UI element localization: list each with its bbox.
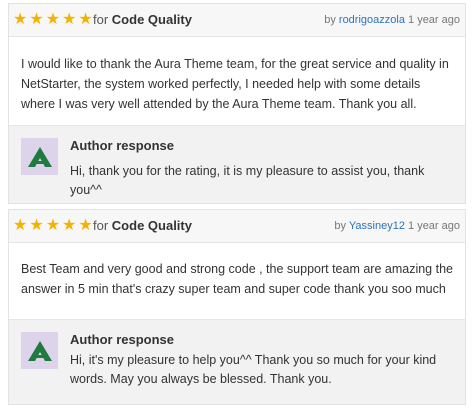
- by-label: by: [324, 14, 336, 26]
- response-title: Author response: [70, 332, 175, 347]
- star-icon: ★: [78, 11, 93, 28]
- review-time: 1 year ago: [408, 220, 460, 232]
- review-time: 1 year ago: [408, 14, 460, 26]
- star-icon: ★: [45, 11, 61, 28]
- star-rating: ★ ★ ★ ★ ★: [13, 217, 93, 235]
- for-label: for: [93, 218, 109, 233]
- author-avatar: [21, 332, 58, 369]
- category-name: Code Quality: [111, 218, 192, 233]
- review-category: for Code Quality: [93, 218, 192, 234]
- star-icon: ★: [29, 217, 44, 234]
- star-icon: ★: [13, 217, 28, 234]
- star-icon: ★: [29, 11, 44, 28]
- review-header: ★ ★ ★ ★ ★ for Code Quality by Yassiney12…: [9, 210, 465, 243]
- star-rating: ★ ★ ★ ★ ★: [13, 11, 93, 29]
- author-link[interactable]: rodrigoazzola: [339, 14, 405, 26]
- star-icon: ★: [78, 217, 93, 234]
- review-category: for Code Quality: [93, 12, 192, 28]
- category-name: Code Quality: [111, 12, 192, 27]
- review-card: ★ ★ ★ ★ ★ for Code Quality by Yassiney12…: [8, 209, 466, 405]
- review-header: ★ ★ ★ ★ ★ for Code Quality by rodrigoazz…: [9, 4, 465, 37]
- star-icon: ★: [45, 217, 61, 234]
- review-text: I would like to thank the Aura Theme tea…: [21, 57, 449, 111]
- author-link[interactable]: Yassiney12: [349, 220, 405, 232]
- author-response: Author response Hi, it's my pleasure to …: [9, 319, 465, 404]
- review-text: Best Team and very good and strong code …: [21, 262, 453, 296]
- for-label: for: [93, 12, 109, 27]
- response-text: Hi, thank you for the rating, it is my p…: [70, 164, 425, 197]
- author-avatar: [21, 138, 58, 175]
- review-card: ★ ★ ★ ★ ★ for Code Quality by rodrigoazz…: [8, 3, 466, 204]
- author-response: Author response Hi, thank you for the ra…: [9, 125, 465, 203]
- review-meta: by rodrigoazzola 1 year ago: [324, 13, 460, 27]
- aura-logo-icon: [27, 340, 52, 361]
- review-meta: by Yassiney12 1 year ago: [334, 219, 460, 233]
- response-text: Hi, it's my pleasure to help you^^ Thank…: [70, 353, 437, 386]
- aura-logo-icon: [27, 146, 52, 167]
- response-title: Author response: [70, 138, 175, 153]
- star-icon: ★: [13, 11, 28, 28]
- star-icon: ★: [62, 217, 77, 234]
- star-icon: ★: [62, 11, 77, 28]
- by-label: by: [334, 220, 347, 232]
